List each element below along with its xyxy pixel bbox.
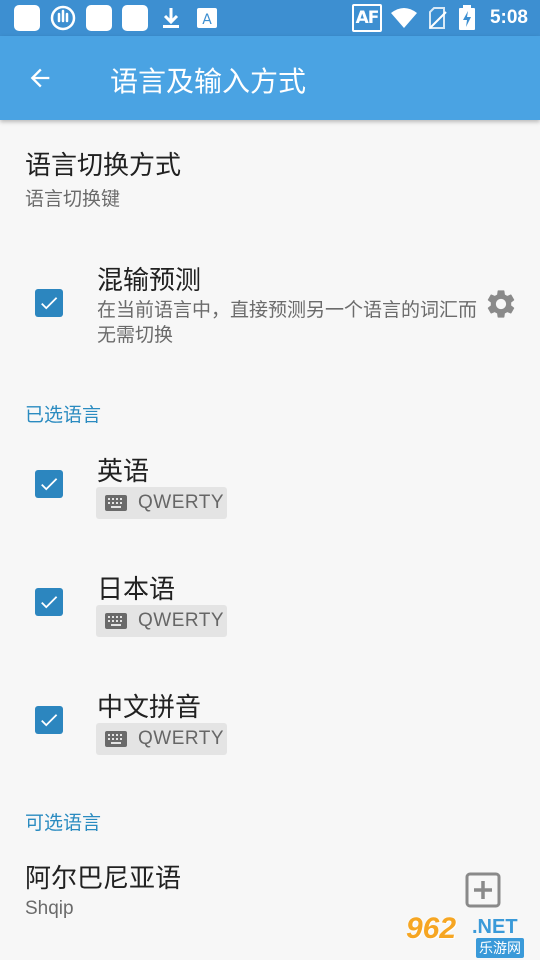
available-languages-header: 可选语言 <box>25 812 102 834</box>
mixed-input-desc: 在当前语言中，直接预测另一个语言的词汇而无需切换 <box>97 299 478 346</box>
language-name: 英语 <box>97 457 150 487</box>
layout-chip[interactable]: QWERTY <box>96 605 227 637</box>
language-name: 阿尔巴尼亚语 <box>25 864 182 894</box>
keyboard-icon <box>105 731 127 747</box>
arrow-back-icon <box>30 68 50 88</box>
check-icon <box>41 478 58 491</box>
watermark-domain: .NET <box>472 916 518 938</box>
hand-tap-icon <box>50 5 76 31</box>
layout-chip[interactable]: QWERTY <box>96 487 227 519</box>
wifi-icon <box>390 6 418 30</box>
gear-icon[interactable] <box>484 287 518 321</box>
keyboard-icon <box>105 613 127 629</box>
app-square-icon <box>14 5 40 31</box>
notification-icons: A <box>14 5 220 31</box>
layout-label: QWERTY <box>138 492 225 513</box>
svg-text:A: A <box>202 12 212 28</box>
mixed-input-checkbox[interactable] <box>35 289 63 317</box>
language-checkbox[interactable] <box>35 706 63 734</box>
clock: 5:08 <box>489 7 528 28</box>
watermark-sub: 乐游网 <box>476 938 524 958</box>
switch-method-title: 语言切换方式 <box>25 151 182 181</box>
text-a-icon: A <box>194 5 220 31</box>
watermark-main: 962 <box>406 912 457 945</box>
app-bar: 语言及输入方式 <box>0 36 540 120</box>
watermark-logo: 962 .NET 乐游网 <box>400 912 540 960</box>
page-title: 语言及输入方式 <box>110 65 307 98</box>
system-icons: AF 5:08 <box>351 4 528 32</box>
switch-method-summary: 语言切换键 <box>25 188 121 210</box>
layout-label: QWERTY <box>138 728 225 749</box>
back-button[interactable] <box>20 58 60 98</box>
af-badge: AF <box>351 4 382 32</box>
download-icon <box>158 5 184 31</box>
app-square-icon <box>86 5 112 31</box>
layout-label: QWERTY <box>138 610 225 631</box>
language-name: 中文拼音 <box>97 693 202 723</box>
layout-chip[interactable]: QWERTY <box>96 723 227 755</box>
language-checkbox[interactable] <box>35 588 63 616</box>
no-sim-icon <box>426 6 450 30</box>
language-native-name: Shqip <box>25 898 74 919</box>
language-name: 日本语 <box>97 575 176 605</box>
battery-charging-icon <box>458 5 476 31</box>
status-bar: A AF 5:08 <box>0 0 540 36</box>
mixed-input-title: 混输预测 <box>97 266 202 296</box>
selected-languages-header: 已选语言 <box>25 404 102 426</box>
language-checkbox[interactable] <box>35 470 63 498</box>
check-icon <box>41 297 58 310</box>
check-icon <box>41 714 58 727</box>
app-square-icon <box>122 5 148 31</box>
check-icon <box>41 596 58 609</box>
keyboard-icon <box>105 495 127 511</box>
add-box-icon[interactable] <box>465 872 501 908</box>
